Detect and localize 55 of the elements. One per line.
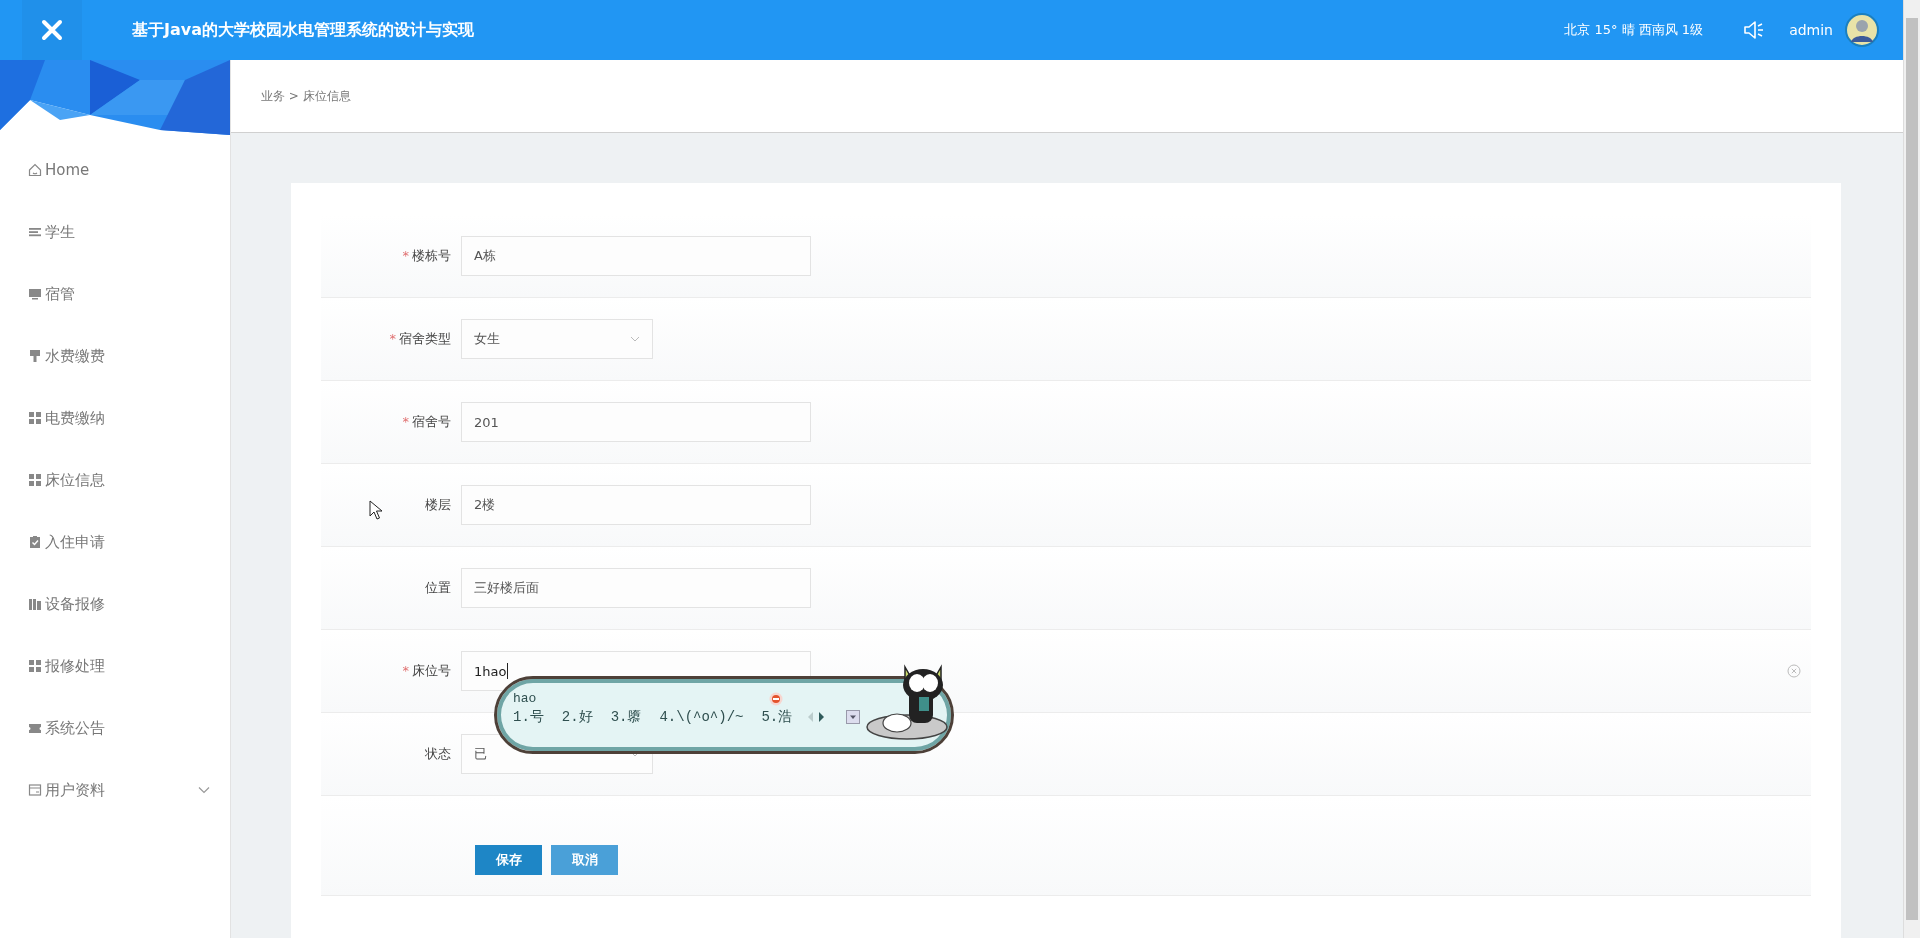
card-icon — [28, 783, 42, 797]
sidebar-item[interactable]: 学生 — [0, 201, 230, 263]
book-icon — [28, 597, 42, 611]
brush-icon — [28, 349, 42, 363]
field-label: * 床位号 — [402, 662, 451, 680]
dropdown-icon[interactable] — [846, 710, 861, 724]
breadcrumb: 业务 > 床位信息 — [261, 87, 351, 105]
select-field[interactable]: 女生 — [461, 319, 653, 359]
list-icon — [28, 225, 42, 239]
sidebar-item[interactable]: Home — [0, 139, 230, 201]
ime-candidate[interactable]: 4.\(^o^)/~ — [659, 709, 744, 725]
grid-icon — [28, 473, 42, 487]
input-field[interactable]: 201 — [461, 402, 811, 442]
app-title: 基于Java的大学校园水电管理系统的设计与实现 — [132, 19, 474, 41]
cursor-icon — [369, 500, 383, 520]
clipboard-icon — [28, 535, 42, 549]
scrollbar[interactable] — [1903, 0, 1920, 938]
sidebar-item[interactable]: 设备报修 — [0, 573, 230, 635]
ime-candidate[interactable]: 2.好 — [561, 708, 593, 726]
speaker-icon[interactable] — [1743, 20, 1766, 40]
grid-icon — [28, 659, 42, 673]
sidebar-item[interactable]: 水费缴费 — [0, 325, 230, 387]
grid-icon — [28, 411, 42, 425]
weather-text: 北京 15° 晴 西南风 1级 — [1564, 21, 1704, 39]
sidebar-item[interactable]: 报修处理 — [0, 635, 230, 697]
ime-candidate[interactable]: 3.隳 — [610, 708, 642, 726]
save-button[interactable]: 保存 — [475, 845, 542, 875]
field-label: * 楼栋号 — [402, 247, 451, 265]
close-icon — [41, 19, 63, 41]
input-field[interactable]: 2楼 — [461, 485, 811, 525]
home-icon — [28, 163, 42, 177]
user-name[interactable]: admin — [1789, 22, 1833, 38]
ime-candidate[interactable]: 1.号 — [513, 708, 544, 726]
field-label: * 宿舍类型 — [389, 330, 451, 348]
field-label: 位置 — [425, 579, 451, 597]
ime-candidate[interactable]: 5.浩 — [761, 708, 793, 726]
sidebar-item[interactable]: 电费缴纳 — [0, 387, 230, 449]
sidebar-item[interactable]: 系统公告 — [0, 697, 230, 759]
sidebar-item[interactable]: 床位信息 — [0, 449, 230, 511]
field-label: * 宿舍号 — [402, 413, 451, 431]
field-label: 状态 — [425, 745, 451, 763]
ime-logo-icon — [769, 691, 783, 706]
field-label: 楼层 — [425, 496, 451, 514]
ticket-icon — [28, 721, 42, 735]
cancel-button[interactable]: 取消 — [551, 845, 618, 875]
avatar[interactable] — [1845, 13, 1879, 47]
sidebar-item[interactable]: 宿管 — [0, 263, 230, 325]
monitor-icon — [28, 287, 42, 301]
clear-icon[interactable] — [1787, 664, 1801, 678]
close-button[interactable] — [22, 0, 82, 60]
input-field[interactable]: 三好楼后面 — [461, 568, 811, 608]
sidebar-item[interactable]: 用户资料 — [0, 759, 230, 821]
sidebar-item[interactable]: 入住申请 — [0, 511, 230, 573]
ime-composition: hao — [513, 691, 537, 706]
input-field[interactable]: A栋 — [461, 236, 811, 276]
